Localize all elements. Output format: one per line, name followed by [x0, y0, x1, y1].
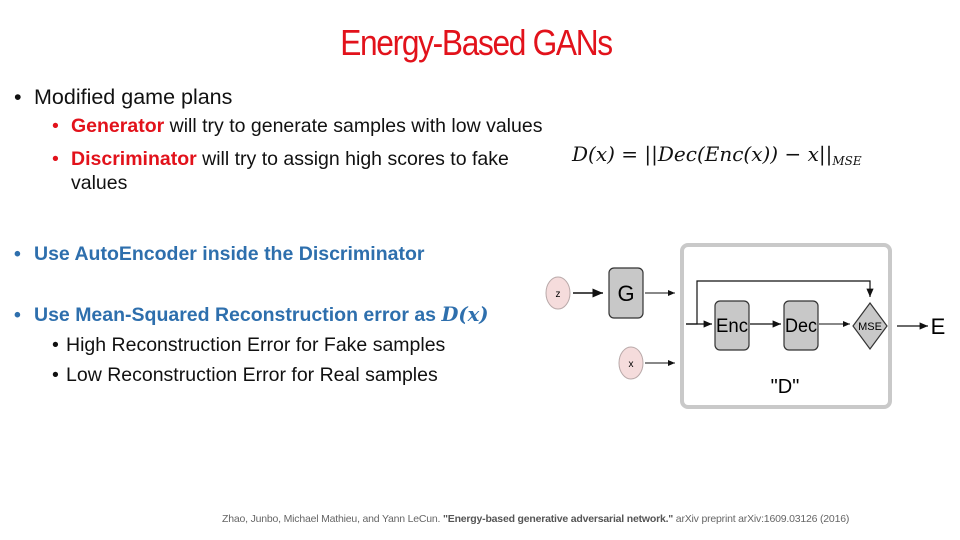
generator-text: will try to generate samples with low va…	[164, 115, 543, 137]
citation: Zhao, Junbo, Michael Mathieu, and Yann L…	[222, 513, 849, 525]
bullet-low-error: Low Reconstruction Error for Real sample…	[14, 363, 554, 387]
bullet-text: High Reconstruction Error for Fake sampl…	[66, 334, 446, 356]
d-label: "D"	[771, 376, 800, 398]
bullet-text: Modified game plans	[34, 85, 233, 109]
citation-title: "Energy-based generative adversarial net…	[442, 513, 674, 525]
dx-formula: D(x) = ||Dec(Enc(x)) − x||MSE	[572, 142, 862, 168]
ebgan-diagram: z G x Enc Dec MSE E "D"	[545, 243, 946, 409]
citation-venue: arXiv preprint arXiv:1609.03126 (2016)	[673, 513, 850, 525]
formula-main: D(x) = ||Dec(Enc(x)) − x||	[572, 142, 833, 166]
bullet-text: Use Mean-Squared Reconstruction error as	[34, 304, 442, 326]
bullet-list: Modified game plans Generator will try t…	[14, 84, 554, 387]
bullet-modified-game-plans: Modified game plans	[14, 84, 554, 110]
enc-label: Enc	[716, 316, 748, 337]
dx-math: D(x)	[441, 303, 489, 326]
z-label: z	[556, 289, 561, 300]
bullet-high-error: High Reconstruction Error for Fake sampl…	[14, 333, 554, 357]
bullet-text: Use AutoEncoder inside the Discriminator	[34, 243, 425, 265]
bullet-text: Low Reconstruction Error for Real sample…	[66, 364, 438, 386]
mse-label: MSE	[858, 321, 882, 333]
citation-authors: Zhao, Junbo, Michael Mathieu, and Yann L…	[222, 513, 443, 525]
formula-subscript: MSE	[832, 154, 862, 168]
slide-title: Energy-Based GANs	[340, 22, 613, 63]
bullet-mse: Use Mean-Squared Reconstruction error as…	[14, 302, 554, 328]
generator-term: Generator	[71, 115, 165, 137]
dec-label: Dec	[785, 316, 817, 337]
bullet-generator: Generator will try to generate samples w…	[14, 114, 554, 138]
discriminator-term: Discriminator	[71, 148, 197, 170]
x-label: x	[629, 359, 634, 370]
g-label: G	[617, 281, 634, 306]
e-label: E	[931, 314, 946, 339]
bullet-discriminator: Discriminator will try to assign high sc…	[14, 147, 554, 195]
bullet-autoencoder: Use AutoEncoder inside the Discriminator	[14, 241, 554, 267]
